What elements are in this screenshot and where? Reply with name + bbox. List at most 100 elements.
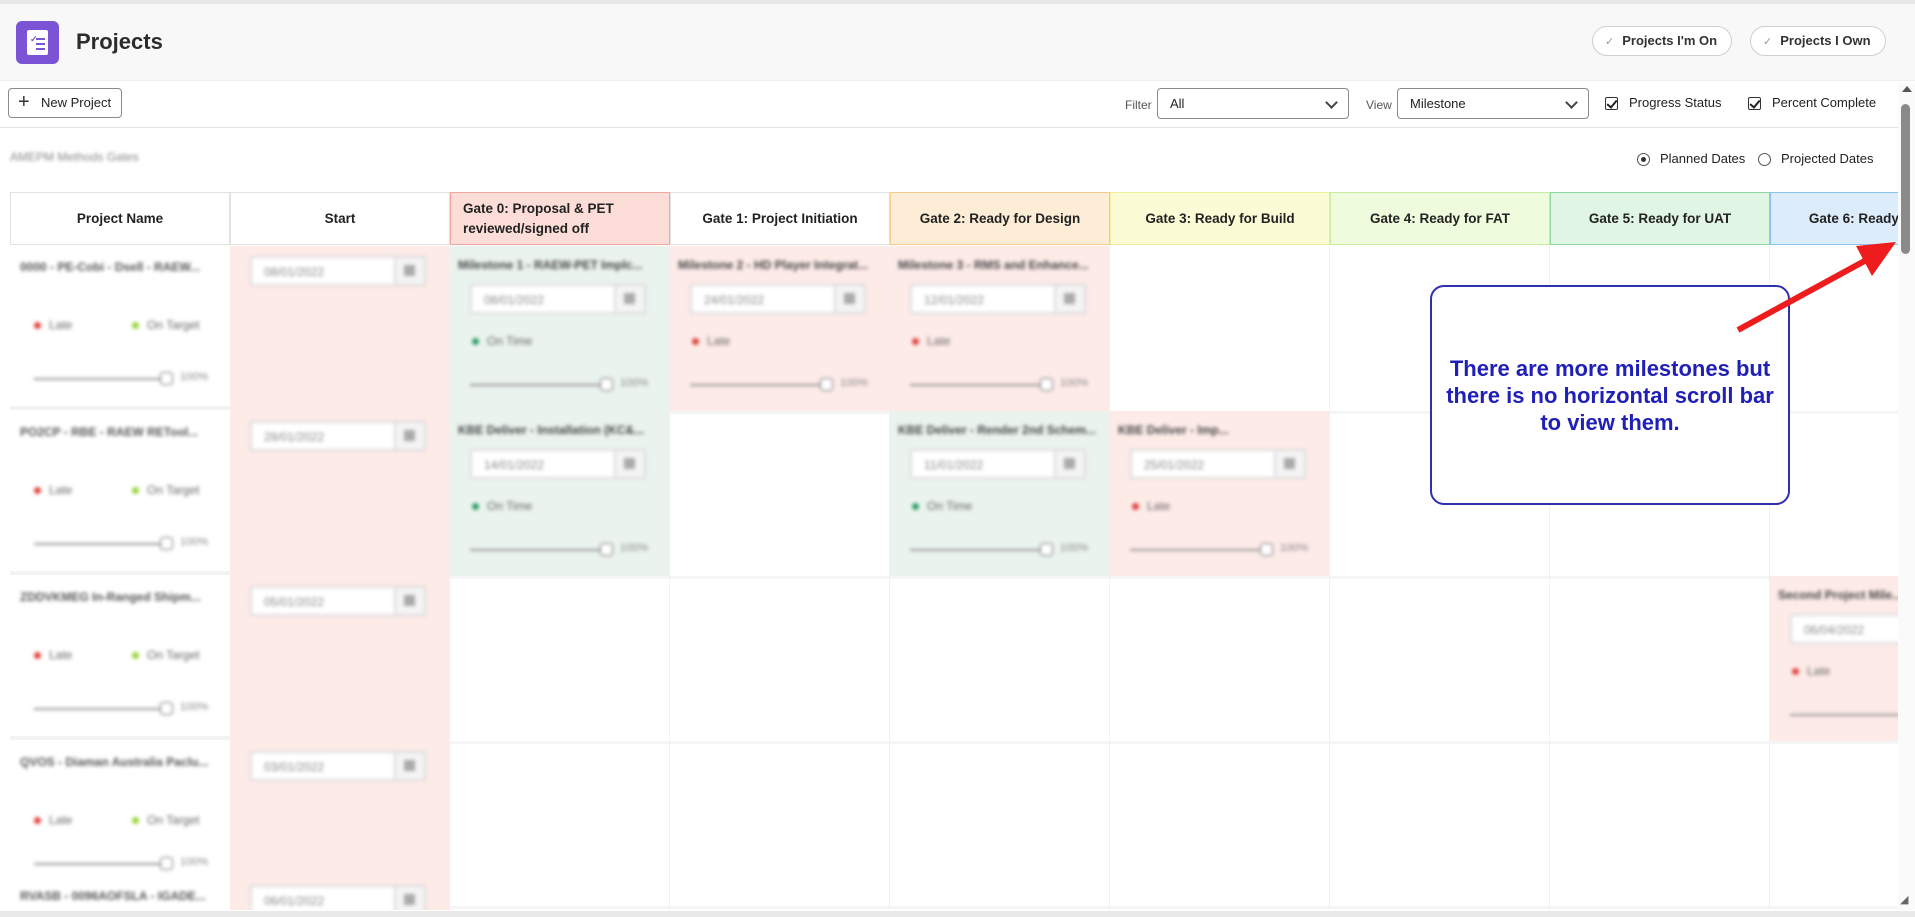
- date-value: 08/01/2022: [484, 293, 545, 307]
- calendar-icon[interactable]: [394, 887, 424, 910]
- project-name[interactable]: ZDDVKMEG In-Ranged Shipm...: [20, 590, 201, 604]
- milestone-title[interactable]: KBE Deliver - Render 2nd Schem...: [898, 423, 1096, 437]
- progress-slider-handle[interactable]: [1040, 543, 1053, 556]
- progress-slider-handle[interactable]: [600, 378, 613, 391]
- calendar-icon[interactable]: [614, 451, 644, 477]
- progress-slider-handle[interactable]: [1260, 543, 1273, 556]
- empty-cell: [450, 875, 670, 910]
- calendar-icon[interactable]: [614, 286, 644, 312]
- calendar-icon[interactable]: [394, 258, 424, 284]
- progress-slider-handle[interactable]: [160, 537, 173, 550]
- status-dot: [34, 322, 41, 329]
- progress-slider-handle[interactable]: [820, 378, 833, 391]
- date-value: 05/01/2022: [264, 595, 325, 609]
- start-date-field[interactable]: 28/01/2022: [250, 421, 426, 451]
- milestone-title[interactable]: Milestone 1 - RAEW-PET Implc...: [458, 258, 642, 272]
- milestone-cell: KBE Deliver - Installation (KC&... 14/01/…: [450, 411, 670, 579]
- milestone-date-field[interactable]: 24/01/2022: [690, 284, 866, 314]
- progress-status-checkbox[interactable]: [1605, 97, 1618, 110]
- start-date-field[interactable]: 05/01/2022: [250, 586, 426, 616]
- column-header: Gate 5: Ready for UAT: [1550, 192, 1770, 245]
- project-name[interactable]: 0000 - PE-Cobi - Dsell - RAEW...: [20, 260, 200, 274]
- date-value: 28/01/2022: [264, 430, 325, 444]
- project-name-cell: ZDDVKMEG In-Ranged Shipm... Late On Target…: [10, 578, 230, 740]
- projected-dates-radio[interactable]: [1758, 153, 1771, 166]
- status-dot: [34, 817, 41, 824]
- project-name[interactable]: QVOS - Diaman Australia Paclu...: [20, 755, 208, 769]
- milestone-date-field[interactable]: 08/01/2022: [470, 284, 646, 314]
- start-date-field[interactable]: 08/01/2022: [250, 256, 426, 286]
- milestone-cell: Milestone 1 - RAEW-PET Implc... 08/01/202…: [450, 246, 670, 414]
- date-value: 11/01/2022: [924, 458, 984, 472]
- empty-cell: [670, 576, 890, 744]
- column-header: Gate 6: Ready for UAT: [1770, 192, 1898, 245]
- planned-dates-radio[interactable]: [1637, 153, 1650, 166]
- resize-grip-icon[interactable]: ◢: [1900, 893, 1908, 906]
- milestone-date-field[interactable]: 11/01/2022: [910, 449, 1086, 479]
- percent-complete-checkbox[interactable]: [1748, 97, 1761, 110]
- percent-complete: 100%: [620, 377, 649, 389]
- empty-cell: [670, 411, 890, 579]
- calendar-icon[interactable]: [1054, 286, 1084, 312]
- status-text: Late: [1147, 499, 1171, 513]
- toolbar: + New Project Filter All View Milestone P…: [0, 81, 1900, 127]
- scroll-up-arrow-icon[interactable]: [1902, 86, 1912, 92]
- progress-status: Late: [34, 483, 72, 497]
- status-text: On Target: [147, 483, 200, 497]
- progress-slider-handle[interactable]: [1040, 378, 1053, 391]
- project-name[interactable]: RVASB - 0096AOFSLA - IGADE...: [20, 889, 206, 903]
- status-text: Late: [49, 813, 73, 827]
- calendar-icon[interactable]: [1274, 451, 1304, 477]
- calendar-icon[interactable]: [834, 286, 864, 312]
- date-value: 06/01/2022: [264, 894, 325, 908]
- empty-cell: [890, 576, 1110, 744]
- start-cell: 06/01/2022: [230, 875, 450, 910]
- milestone-title[interactable]: KBE Deliver - Imp...: [1118, 423, 1229, 437]
- progress-slider-handle[interactable]: [160, 857, 173, 870]
- filter-select[interactable]: All: [1157, 88, 1349, 119]
- milestone-title[interactable]: KBE Deliver - Installation (KC&...: [458, 423, 644, 437]
- calendar-icon[interactable]: [394, 753, 424, 779]
- milestone-status: On Time: [472, 499, 532, 513]
- status-text: On Target: [147, 648, 200, 662]
- milestone-date-field[interactable]: 12/01/2022: [910, 284, 1086, 314]
- vertical-scrollbar[interactable]: [1898, 84, 1915, 910]
- start-date-field[interactable]: 03/01/2022: [250, 751, 426, 781]
- progress-slider-track: [34, 708, 166, 710]
- empty-cell: [1550, 875, 1770, 910]
- calendar-icon[interactable]: [394, 588, 424, 614]
- scrollbar-thumb[interactable]: [1901, 104, 1910, 254]
- bottom-border: [0, 911, 1915, 917]
- milestone-title[interactable]: Milestone 2 - HD Player Integrat...: [678, 258, 868, 272]
- project-name[interactable]: PO2CP - RBE - RAEW RETool...: [20, 425, 198, 439]
- empty-cell: [670, 875, 890, 910]
- milestone-title[interactable]: Milestone 3 - RMS and Enhance...: [898, 258, 1089, 272]
- projects-i-own-button[interactable]: ✓ Projects I Own: [1750, 26, 1886, 56]
- milestone-title[interactable]: Second Project Mile...: [1778, 588, 1898, 602]
- calendar-icon[interactable]: [394, 423, 424, 449]
- app-checklist-icon: ✓: [16, 21, 59, 64]
- milestone-status: Late: [912, 334, 950, 348]
- progress-status: On Target: [132, 648, 199, 662]
- progress-slider-handle[interactable]: [160, 372, 173, 385]
- chevron-down-icon: [1325, 96, 1338, 109]
- start-date-field[interactable]: 06/01/2022: [250, 885, 426, 910]
- milestone-date-field[interactable]: 25/01/2022: [1130, 449, 1306, 479]
- progress-slider-handle[interactable]: [600, 543, 613, 556]
- milestone-date-field[interactable]: 06/04/2022: [1790, 614, 1898, 644]
- check-icon: ✓: [1605, 36, 1615, 48]
- progress-slider-handle[interactable]: [160, 702, 173, 715]
- view-select[interactable]: Milestone: [1397, 88, 1589, 119]
- new-project-button[interactable]: + New Project: [8, 88, 123, 118]
- milestone-date-field[interactable]: 14/01/2022: [470, 449, 646, 479]
- projects-im-on-button[interactable]: ✓ Projects I'm On: [1592, 26, 1733, 56]
- date-value: 08/01/2022: [264, 265, 325, 279]
- percent-complete: 100%: [180, 856, 209, 868]
- calendar-icon[interactable]: [1054, 451, 1084, 477]
- milestone-cell: Milestone 2 - HD Player Integrat... 24/01…: [670, 246, 890, 414]
- empty-cell: [1330, 576, 1550, 744]
- progress-slider-track: [690, 384, 826, 386]
- milestone-status: Late: [1132, 499, 1170, 513]
- progress-status: Late: [34, 648, 72, 662]
- column-header: Start: [230, 192, 450, 245]
